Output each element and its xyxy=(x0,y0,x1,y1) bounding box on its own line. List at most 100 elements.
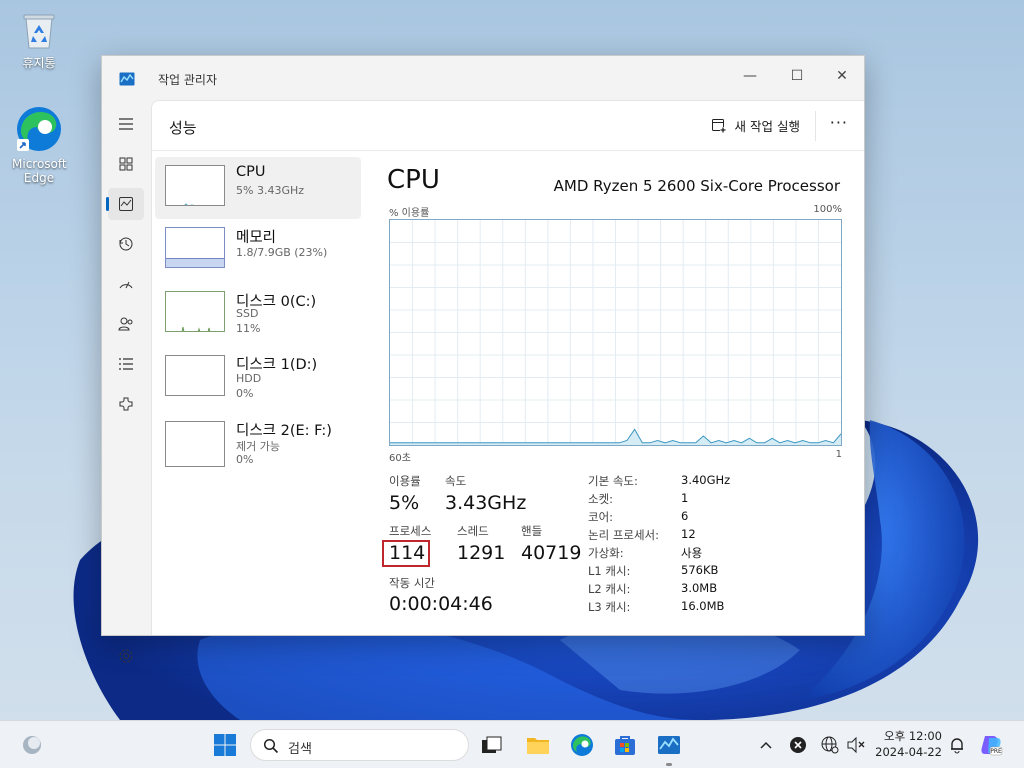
tray-app-button[interactable] xyxy=(782,729,814,761)
widgets-button[interactable] xyxy=(16,729,48,761)
content-pane: 성능 새 작업 실행 ··· CPU 5% 3.43GHz 메모리 1.8/7.… xyxy=(151,100,864,635)
handles-value: 40719 xyxy=(521,542,582,564)
cpu-detail-panel: CPU AMD Ryzen 5 2600 Six-Core Processor … xyxy=(382,157,842,627)
history-icon xyxy=(119,237,133,251)
disk2-thumbnail-graph xyxy=(165,421,225,467)
threads-label: 스레드 xyxy=(457,524,489,538)
nav-services[interactable] xyxy=(108,388,144,420)
graph-y-max-label: 100% xyxy=(813,204,842,215)
gear-icon xyxy=(119,649,133,663)
spec-label: L2 캐시: xyxy=(588,582,631,596)
more-options-button[interactable]: ··· xyxy=(830,113,848,132)
store-button[interactable] xyxy=(609,729,641,761)
processes-icon xyxy=(119,157,133,171)
maximize-icon: ☐ xyxy=(790,68,804,84)
hamburger-menu-button[interactable] xyxy=(108,108,144,140)
device-item-disk1[interactable]: 디스크 1(D:) HDD 0% xyxy=(155,349,361,411)
performance-icon xyxy=(119,197,133,211)
clock[interactable]: 오후 12:00 2024-04-22 xyxy=(875,728,942,760)
speed-label: 속도 xyxy=(445,474,467,488)
device-item-memory[interactable]: 메모리 1.8/7.9GB (23%) xyxy=(155,219,361,281)
task-manager-icon xyxy=(658,736,680,754)
device-type: 제거 가능 xyxy=(236,440,280,453)
nav-app-history[interactable] xyxy=(108,228,144,260)
device-item-disk2[interactable]: 디스크 2(E: F:) 제거 가능 0% xyxy=(155,415,361,477)
run-new-task-button[interactable]: 새 작업 실행 xyxy=(711,116,800,135)
new-task-icon xyxy=(711,118,726,133)
edge-icon xyxy=(571,734,593,756)
cpu-utilization-graph xyxy=(389,219,842,446)
show-hidden-icons-button[interactable] xyxy=(750,729,782,761)
edge-taskbar-button[interactable] xyxy=(566,729,598,761)
copilot-button[interactable]: PRE xyxy=(975,729,1007,761)
startup-icon xyxy=(119,281,133,289)
spec-value: 사용 xyxy=(681,546,703,560)
minimize-button[interactable]: — xyxy=(728,62,772,90)
clock-date: 2024-04-22 xyxy=(875,745,942,759)
nav-startup-apps[interactable] xyxy=(108,268,144,300)
nav-details[interactable] xyxy=(108,348,144,380)
spec-label: L3 캐시: xyxy=(588,600,631,614)
device-item-disk0[interactable]: 디스크 0(C:) SSD 11% xyxy=(155,283,361,345)
desktop-icon-recycle-bin[interactable]: 휴지통 xyxy=(4,10,74,71)
graph-y-label: % 이용률 xyxy=(389,208,430,219)
device-usage: 11% xyxy=(236,322,261,335)
file-explorer-button[interactable] xyxy=(522,729,554,761)
device-item-cpu[interactable]: CPU 5% 3.43GHz xyxy=(155,157,361,219)
device-name: 디스크 1(D:) xyxy=(236,357,318,373)
svg-text:PRE: PRE xyxy=(990,748,1002,755)
start-button[interactable] xyxy=(209,729,241,761)
spec-value: 3.40GHz xyxy=(681,473,731,487)
volume-button[interactable] xyxy=(840,729,872,761)
task-manager-taskbar-button[interactable] xyxy=(653,729,685,766)
navigation-rail xyxy=(102,100,150,663)
task-view-button[interactable] xyxy=(476,729,508,761)
services-icon xyxy=(119,397,133,411)
clock-time: 오후 12:00 xyxy=(884,729,942,743)
search-icon xyxy=(263,738,279,754)
device-usage: 0% xyxy=(236,453,254,466)
device-type: HDD xyxy=(236,372,262,385)
page-title: 성능 xyxy=(169,119,197,137)
spec-value: 1 xyxy=(681,491,689,505)
spec-value: 576KB xyxy=(681,563,719,577)
close-button[interactable]: ✕ xyxy=(820,62,864,90)
nav-users[interactable] xyxy=(108,308,144,340)
desktop-icon-edge[interactable]: Microsoft Edge xyxy=(4,105,74,185)
title-bar[interactable]: 작업 관리자 — ☐ ✕ xyxy=(102,56,864,100)
taskbar: 검색 오후 12:00 2024-04-22 PRE xyxy=(0,720,1024,768)
copilot-icon: PRE xyxy=(981,736,1003,756)
minimize-icon: — xyxy=(743,68,757,84)
spec-value: 6 xyxy=(681,509,689,523)
nav-settings[interactable] xyxy=(108,640,144,672)
utilization-value: 5% xyxy=(389,492,420,514)
desktop-icon-label: 휴지통 xyxy=(22,56,56,70)
memory-thumbnail-graph xyxy=(165,227,225,268)
maximize-button[interactable]: ☐ xyxy=(775,62,819,90)
spec-value: 16.0MB xyxy=(681,599,725,613)
device-type: SSD xyxy=(236,307,259,320)
taskbar-search-box[interactable]: 검색 xyxy=(250,729,469,761)
device-list: CPU 5% 3.43GHz 메모리 1.8/7.9GB (23%) 디스크 0… xyxy=(155,157,361,477)
cpu-graph-svg xyxy=(390,220,842,445)
disk0-thumbnail-graph xyxy=(165,291,225,332)
globe-icon xyxy=(821,736,839,754)
notification-bell-icon xyxy=(951,738,963,754)
utilization-label: 이용률 xyxy=(389,474,421,488)
speed-value: 3.43GHz xyxy=(445,492,527,514)
spec-label: 소켓: xyxy=(588,492,614,506)
processes-value: 114 xyxy=(389,542,426,564)
nav-performance[interactable] xyxy=(106,188,144,220)
graph-x-start-label: 60초 xyxy=(389,453,411,464)
spec-label: L1 캐시: xyxy=(588,564,631,578)
nav-processes[interactable] xyxy=(108,148,144,180)
device-usage: 0% xyxy=(236,387,254,400)
spec-value: 3.0MB xyxy=(681,581,718,595)
windows-start-icon xyxy=(214,734,236,756)
device-detail: 1.8/7.9GB (23%) xyxy=(236,246,328,259)
notifications-button[interactable] xyxy=(941,729,973,761)
weather-widget-icon xyxy=(23,736,41,754)
device-detail: 5% 3.43GHz xyxy=(236,184,305,197)
speaker-muted-icon xyxy=(847,736,865,754)
graph-x-end-label: 1 xyxy=(835,449,842,460)
